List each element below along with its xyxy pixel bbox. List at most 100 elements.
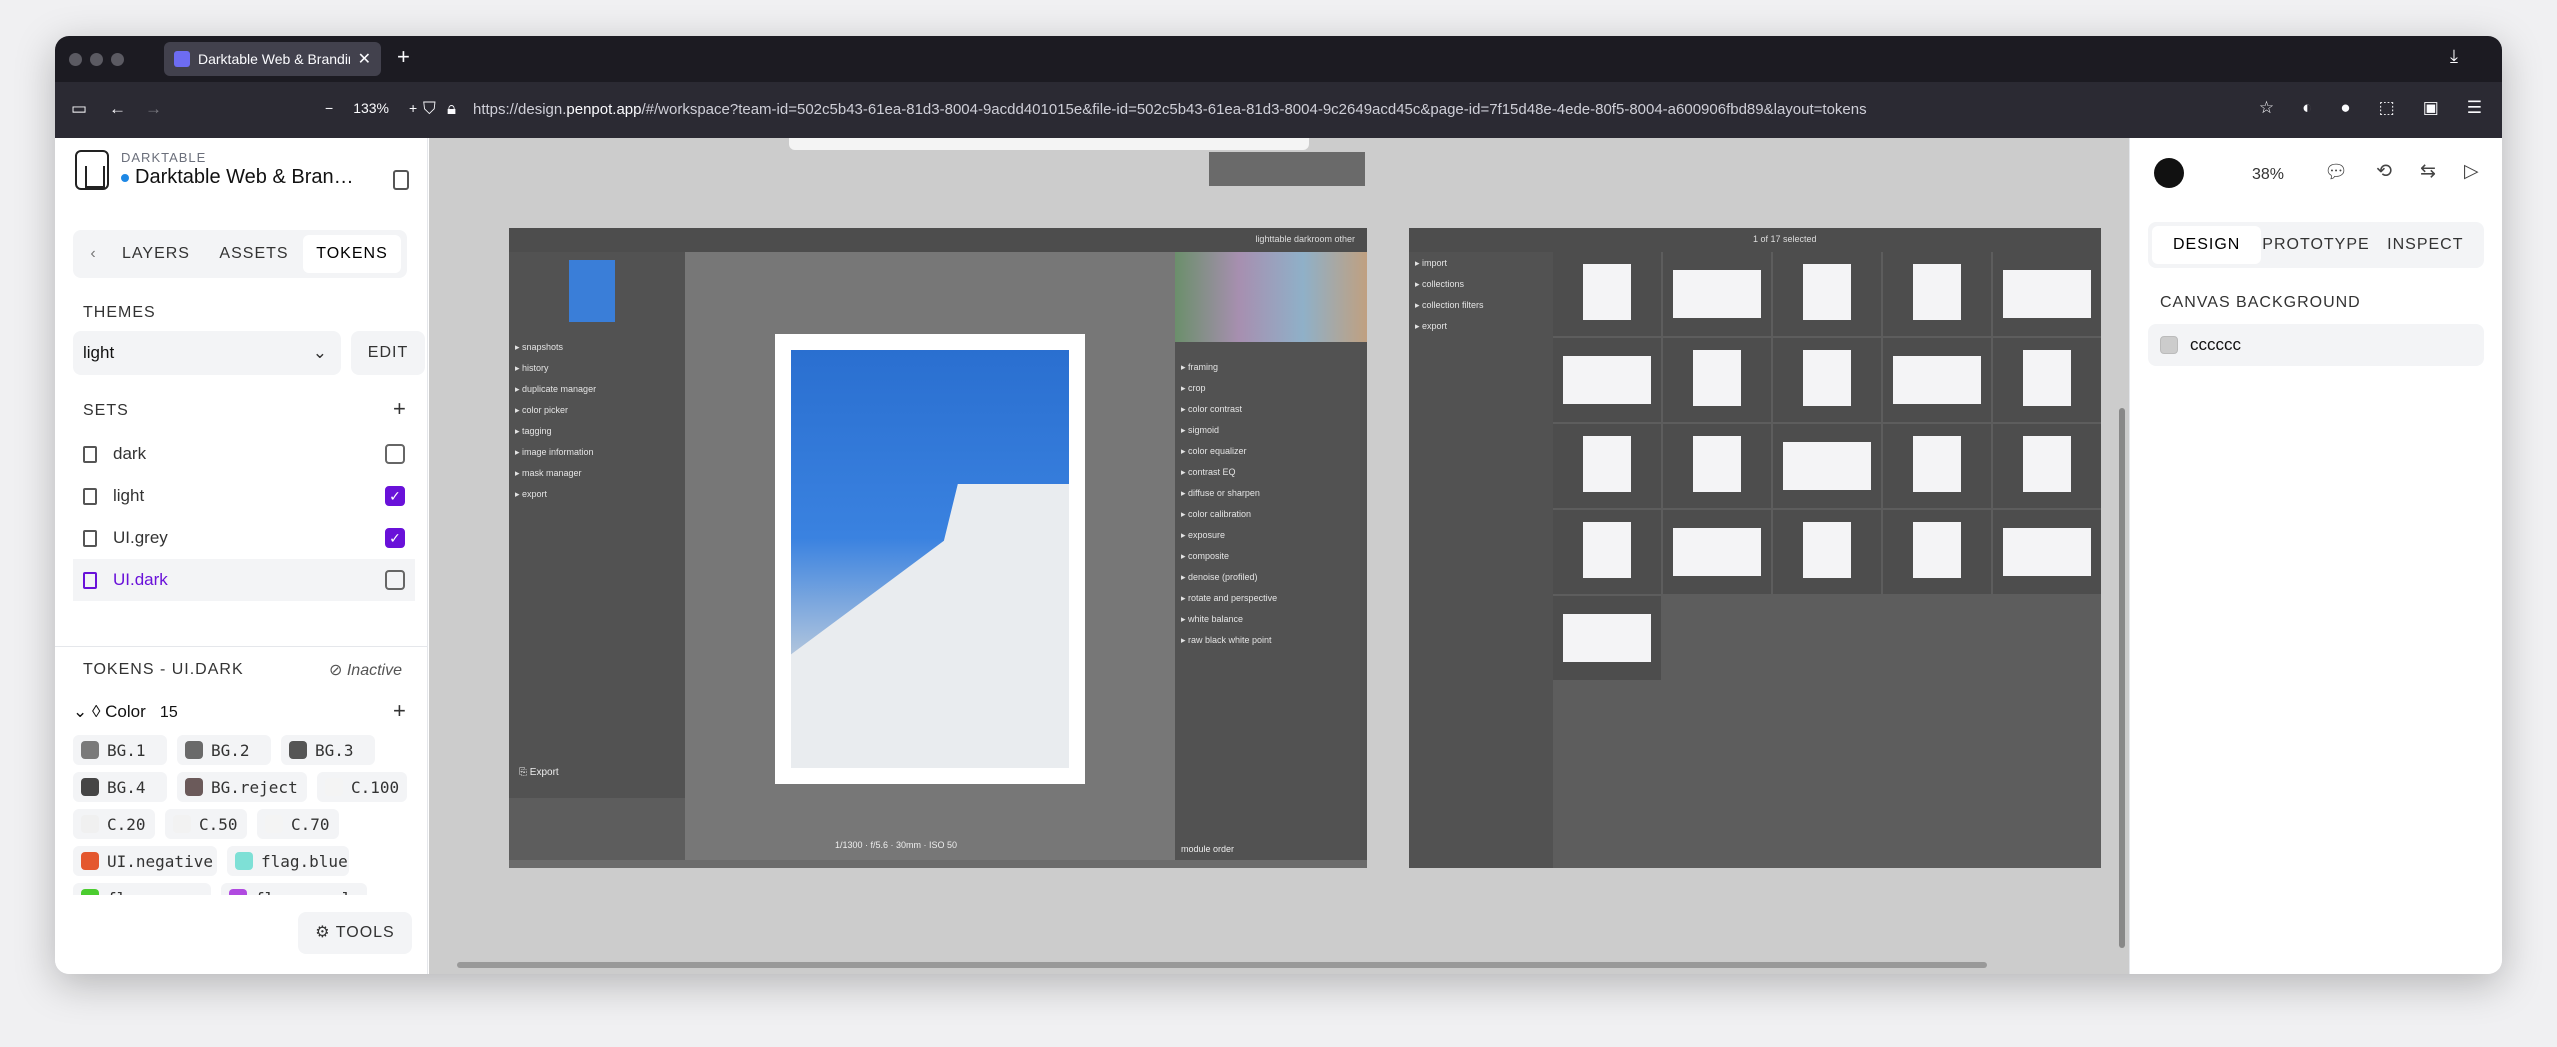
token-pill[interactable]: BG.1: [73, 735, 167, 765]
tools-button[interactable]: ⚙ TOOLS: [298, 912, 412, 954]
set-checkbox[interactable]: ✓: [385, 528, 405, 548]
add-set-button[interactable]: +: [393, 396, 406, 422]
dt-module[interactable]: ▸ crop: [1181, 383, 1206, 394]
extensions-icon[interactable]: ⬚: [2379, 98, 2395, 118]
lighttable-thumbnail[interactable]: [1663, 338, 1771, 422]
token-pill[interactable]: BG.4: [73, 772, 167, 802]
set-item-dark[interactable]: dark: [73, 433, 415, 475]
tab-prototype[interactable]: PROTOTYPE: [2261, 226, 2370, 264]
dt-module[interactable]: ▸ contrast EQ: [1181, 467, 1236, 478]
theme-select[interactable]: light ⌄: [73, 331, 341, 375]
dt-module[interactable]: ▸ duplicate manager: [515, 384, 596, 395]
darktable-lighttable-board[interactable]: ▸ import ▸ collections ▸ collection filter…: [1409, 228, 2101, 868]
lighttable-thumbnail[interactable]: [1553, 424, 1661, 508]
token-pill[interactable]: C.50: [165, 809, 247, 839]
token-pill[interactable]: flag.blue: [227, 846, 349, 876]
set-item-light[interactable]: light ✓: [73, 475, 415, 517]
add-token-button[interactable]: +: [393, 698, 406, 724]
zoom-level[interactable]: 38%: [2252, 166, 2284, 184]
lighttable-thumbnail[interactable]: [1553, 338, 1661, 422]
tab-layers[interactable]: LAYERS: [107, 235, 205, 273]
shield-icon[interactable]: ⛉: [423, 99, 436, 119]
dt-module[interactable]: ▸ color contrast: [1181, 404, 1242, 415]
dt-module[interactable]: ▸ color equalizer: [1181, 446, 1247, 457]
set-item-ui-grey[interactable]: UI.grey ✓: [73, 517, 415, 559]
dt-module[interactable]: ▸ framing: [1181, 362, 1218, 373]
darktable-darkroom-board[interactable]: lighttable darkroom other ▸ snapshots ▸ h…: [509, 228, 1367, 868]
url-field[interactable]: https://design.penpot.app/#/workspace?te…: [473, 101, 1867, 118]
dt-module[interactable]: ▸ export: [1415, 321, 1447, 332]
dt-module[interactable]: ▸ composite: [1181, 551, 1229, 562]
dt-module[interactable]: ▸ raw black white point: [1181, 635, 1272, 646]
token-pill[interactable]: UI.negative: [73, 846, 217, 876]
new-tab-button[interactable]: +: [397, 44, 410, 70]
comments-icon[interactable]: 💬︎: [2324, 160, 2348, 184]
dt-module[interactable]: ▸ mask manager: [515, 468, 582, 479]
token-pill[interactable]: C.70: [257, 809, 339, 839]
lighttable-thumbnail[interactable]: [1773, 338, 1881, 422]
token-pill[interactable]: flag.green: [73, 883, 211, 895]
dt-module[interactable]: ▸ diffuse or sharpen: [1181, 488, 1260, 499]
set-checkbox[interactable]: [385, 570, 405, 590]
extension-2-icon[interactable]: ●: [2340, 98, 2350, 118]
token-pill[interactable]: C.20: [73, 809, 155, 839]
zoom-out-button[interactable]: −: [325, 100, 333, 116]
dt-module[interactable]: ▸ collections: [1415, 279, 1464, 290]
dt-module[interactable]: ▸ white balance: [1181, 614, 1243, 625]
dt-module[interactable]: ▸ exposure: [1181, 530, 1225, 541]
download-icon[interactable]: ⤓: [2450, 46, 2458, 67]
library-icon[interactable]: [393, 170, 409, 190]
token-pill[interactable]: BG.reject: [177, 772, 307, 802]
set-item-ui-dark[interactable]: UI.dark: [73, 559, 415, 601]
extension-3-icon[interactable]: ▣: [2423, 98, 2439, 118]
lighttable-thumbnail[interactable]: [1883, 338, 1991, 422]
lighttable-thumbnail[interactable]: [1663, 252, 1771, 336]
close-tab-icon[interactable]: ✕: [358, 49, 371, 69]
vertical-scrollbar[interactable]: [2119, 408, 2125, 948]
export-button[interactable]: ⎘ Export: [519, 767, 559, 778]
set-checkbox[interactable]: ✓: [385, 486, 405, 506]
project-title[interactable]: Darktable Web & Brandi...: [121, 166, 356, 189]
lighttable-thumbnail[interactable]: [1993, 510, 2101, 594]
dt-module[interactable]: ▸ color picker: [515, 405, 568, 416]
color-swatch[interactable]: [2160, 336, 2178, 354]
dt-module[interactable]: ▸ sigmoid: [1181, 425, 1219, 436]
dt-module[interactable]: ▸ snapshots: [515, 342, 563, 353]
dt-module[interactable]: ▸ tagging: [515, 426, 552, 437]
extension-icon[interactable]: ◐: [2302, 98, 2312, 118]
lighttable-thumbnail[interactable]: [1773, 252, 1881, 336]
tab-assets[interactable]: ASSETS: [205, 235, 303, 273]
canvas-background-field[interactable]: cccccc: [2148, 324, 2484, 366]
dt-module[interactable]: ▸ rotate and perspective: [1181, 593, 1277, 604]
dt-module[interactable]: ▸ color calibration: [1181, 509, 1251, 520]
dt-module[interactable]: ▸ collection filters: [1415, 300, 1484, 311]
edit-themes-button[interactable]: EDIT: [351, 331, 425, 375]
lighttable-thumbnail[interactable]: [1883, 424, 1991, 508]
dt-module[interactable]: ▸ denoise (profiled): [1181, 572, 1258, 583]
horizontal-scrollbar[interactable]: [457, 962, 1987, 968]
back-icon[interactable]: ←: [109, 99, 126, 119]
play-icon[interactable]: ▷: [2464, 160, 2479, 184]
collapse-arrow-icon[interactable]: ‹: [79, 245, 107, 263]
token-pill[interactable]: flag.purple: [221, 883, 367, 895]
tab-inspect[interactable]: INSPECT: [2371, 226, 2480, 264]
forward-icon[interactable]: →: [145, 99, 162, 119]
set-checkbox[interactable]: [385, 444, 405, 464]
dt-module[interactable]: ▸ image information: [515, 447, 594, 458]
color-group-header[interactable]: ⌄ ◊ Color 15: [73, 702, 178, 722]
tab-tokens[interactable]: TOKENS: [303, 235, 401, 273]
lighttable-thumbnail[interactable]: [1883, 252, 1991, 336]
token-pill[interactable]: C.100: [317, 772, 407, 802]
design-canvas[interactable]: lighttable darkroom other ▸ snapshots ▸ h…: [429, 138, 2129, 974]
lighttable-thumbnail[interactable]: [1993, 338, 2101, 422]
lighttable-thumbnail[interactable]: [1993, 424, 2101, 508]
lighttable-thumbnail[interactable]: [1553, 510, 1661, 594]
lighttable-thumbnail[interactable]: [1883, 510, 1991, 594]
history-icon[interactable]: ⟲: [2376, 160, 2392, 184]
lighttable-thumbnail[interactable]: [1553, 596, 1661, 680]
zoom-in-button[interactable]: +: [409, 100, 417, 116]
darktable-logo-icon[interactable]: [75, 150, 109, 190]
bookmark-icon[interactable]: ☆: [2259, 98, 2274, 118]
lighttable-thumbnail[interactable]: [1993, 252, 2101, 336]
token-pill[interactable]: BG.2: [177, 735, 271, 765]
